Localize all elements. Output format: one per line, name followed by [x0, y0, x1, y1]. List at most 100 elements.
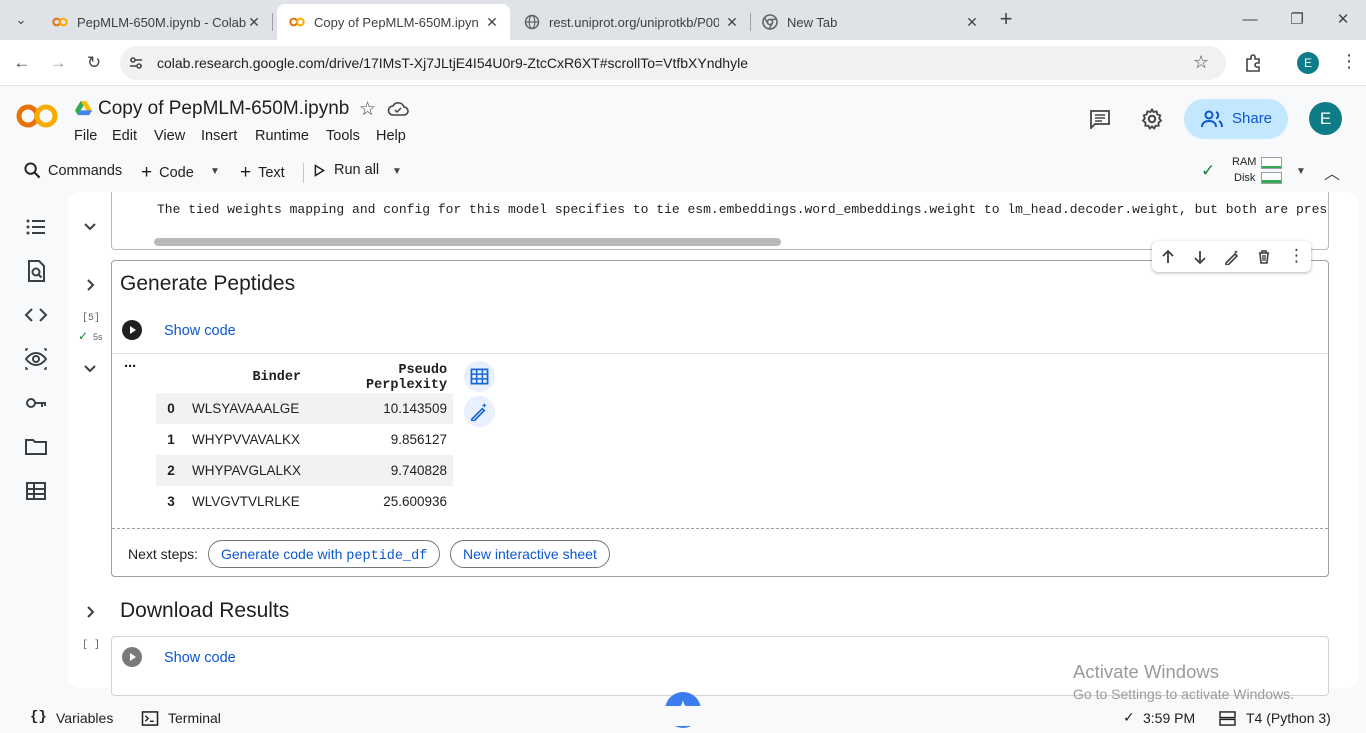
address-bar[interactable]: colab.research.google.com/drive/17IMsT-X… — [120, 46, 1226, 80]
menu-file[interactable]: File — [74, 128, 97, 144]
tab-colab-original[interactable]: PepMLM-650M.ipynb - Colab ✕ — [40, 4, 272, 40]
star-icon[interactable]: ☆ — [359, 98, 376, 121]
perplexity-cell: 10.143509 — [307, 393, 454, 424]
restore-icon[interactable]: ❐ — [1285, 8, 1309, 32]
settings-gear-icon[interactable] — [1140, 107, 1164, 131]
generate-code-chip[interactable]: Generate code with peptide_df — [208, 540, 441, 568]
tab-title: PepMLM-650M.ipynb - Colab — [77, 14, 247, 30]
browser-menu-icon[interactable]: ⋮ — [1340, 51, 1358, 72]
move-cell-down-icon[interactable] — [1192, 249, 1208, 265]
new-interactive-sheet-chip[interactable]: New interactive sheet — [450, 540, 610, 568]
reload-icon[interactable]: ↻ — [82, 51, 106, 75]
runtime-type[interactable]: T4 (Python 3) — [1246, 710, 1331, 726]
tab-colab-copy[interactable]: Copy of PepMLM-650M.ipynb - ✕ — [277, 4, 510, 40]
table-header-row: Binder Pseudo Perplexity — [156, 362, 453, 393]
resources-dropdown-icon[interactable]: ▼ — [1296, 166, 1306, 177]
share-button[interactable]: Share — [1184, 99, 1288, 139]
section-expand-chevron[interactable] — [82, 277, 98, 293]
move-cell-up-icon[interactable] — [1160, 249, 1176, 265]
row-index: 3 — [167, 494, 175, 509]
colab-logo[interactable] — [16, 101, 58, 131]
horizontal-scrollbar[interactable] — [154, 238, 781, 246]
close-icon[interactable]: ✕ — [724, 14, 740, 30]
menu-edit[interactable]: Edit — [112, 128, 137, 144]
tab-title: New Tab — [787, 14, 838, 30]
binder-cell: WHYPVVAVALKX — [192, 432, 301, 447]
colab-icon — [289, 17, 305, 27]
more-actions-icon[interactable]: ⋮ — [1288, 246, 1305, 266]
runtime-server-icon — [1219, 711, 1236, 726]
toolbar-divider — [303, 163, 304, 183]
close-icon[interactable]: ✕ — [484, 14, 500, 30]
collapse-output-chevron[interactable] — [82, 361, 98, 377]
new-interactive-sheet-label: New interactive sheet — [463, 546, 597, 562]
key-icon[interactable] — [24, 391, 48, 415]
row-index: 1 — [167, 432, 175, 447]
menu-insert[interactable]: Insert — [201, 128, 237, 144]
collapse-output-chevron[interactable] — [82, 219, 98, 235]
data-table-icon[interactable] — [24, 479, 48, 503]
comment-icon[interactable] — [1089, 109, 1111, 129]
terminal-button[interactable]: Terminal — [168, 710, 221, 726]
status-time: 3:59 PM — [1143, 710, 1196, 726]
find-icon[interactable] — [24, 259, 48, 283]
profile-avatar[interactable]: E — [1297, 52, 1319, 74]
show-code-link[interactable]: Show code — [164, 323, 236, 339]
perplexity-cell: 9.856127 — [390, 432, 448, 447]
back-icon[interactable]: ← — [10, 51, 34, 75]
table-of-contents-icon[interactable] — [24, 215, 48, 239]
disk-usage-bar[interactable] — [1261, 172, 1282, 184]
google-drive-icon[interactable] — [74, 100, 93, 117]
cloud-saved-icon — [387, 102, 409, 116]
edit-with-ai-icon[interactable] — [1224, 249, 1240, 265]
add-text-button[interactable]: + Text — [240, 162, 285, 184]
code-snippets-icon[interactable] — [24, 303, 48, 327]
run-all-dropdown-icon[interactable]: ▼ — [392, 166, 402, 177]
delete-cell-icon[interactable] — [1256, 249, 1272, 265]
add-code-button[interactable]: + Code — [141, 162, 194, 184]
convert-to-interactive-button[interactable] — [464, 361, 495, 392]
commands-button[interactable]: Commands — [24, 162, 122, 179]
tab-search-button[interactable]: ⌄ — [10, 10, 32, 32]
plus-icon: + — [141, 162, 153, 183]
play-outline-icon — [314, 163, 325, 177]
tab-uniprot[interactable]: rest.uniprot.org/uniprotkb/P00 ✕ — [512, 4, 750, 40]
output-actions-icon[interactable]: ··· — [124, 358, 137, 375]
menu-tools[interactable]: Tools — [326, 128, 360, 144]
suggest-chart-button[interactable] — [464, 396, 495, 427]
site-info-icon[interactable] — [128, 55, 144, 71]
show-code-link[interactable]: Show code — [164, 650, 236, 666]
close-icon[interactable]: ✕ — [246, 14, 262, 30]
forward-icon[interactable]: → — [46, 51, 70, 75]
variables-button[interactable]: Variables — [56, 710, 113, 726]
user-avatar[interactable]: E — [1309, 102, 1342, 135]
files-folder-icon[interactable] — [24, 435, 48, 459]
code-dropdown-icon[interactable]: ▼ — [210, 166, 220, 177]
new-tab-button[interactable]: + — [994, 8, 1018, 32]
menu-view[interactable]: View — [154, 128, 185, 144]
globe-icon — [524, 14, 540, 30]
menu-help[interactable]: Help — [376, 128, 406, 144]
run-cell-button[interactable] — [122, 320, 142, 340]
close-icon[interactable]: ✕ — [964, 14, 980, 30]
tab-title: Copy of PepMLM-650M.ipynb - — [314, 14, 479, 30]
browser-toolbar: ← → ↻ colab.research.google.com/drive/17… — [0, 40, 1366, 86]
bookmark-star-icon[interactable]: ☆ — [1193, 52, 1209, 73]
secrets-eye-icon[interactable] — [24, 347, 48, 371]
notebook-title[interactable]: Copy of PepMLM-650M.ipynb — [98, 98, 349, 120]
collapse-header-icon[interactable]: ︿ — [1324, 160, 1340, 184]
minimize-icon[interactable]: — — [1238, 8, 1262, 32]
table-row: 0 WLSYAVAAALGE 10.143509 — [156, 393, 454, 424]
execution-count: [ ] — [82, 640, 101, 651]
run-cell-button[interactable] — [122, 647, 142, 667]
extensions-icon[interactable] — [1244, 53, 1264, 73]
table-header-perplexity: Pseudo Perplexity — [366, 362, 448, 393]
run-all-button[interactable]: Run all — [314, 162, 379, 178]
section-title-generate-peptides: Generate Peptides — [120, 272, 296, 295]
tab-new-tab[interactable]: New Tab ✕ — [750, 4, 990, 40]
section-expand-chevron[interactable] — [82, 604, 98, 620]
binder-cell: WHYPAVGLALKX — [186, 455, 308, 486]
ram-usage-bar[interactable] — [1261, 157, 1282, 169]
close-window-icon[interactable]: ✕ — [1331, 8, 1355, 32]
menu-runtime[interactable]: Runtime — [255, 128, 309, 144]
